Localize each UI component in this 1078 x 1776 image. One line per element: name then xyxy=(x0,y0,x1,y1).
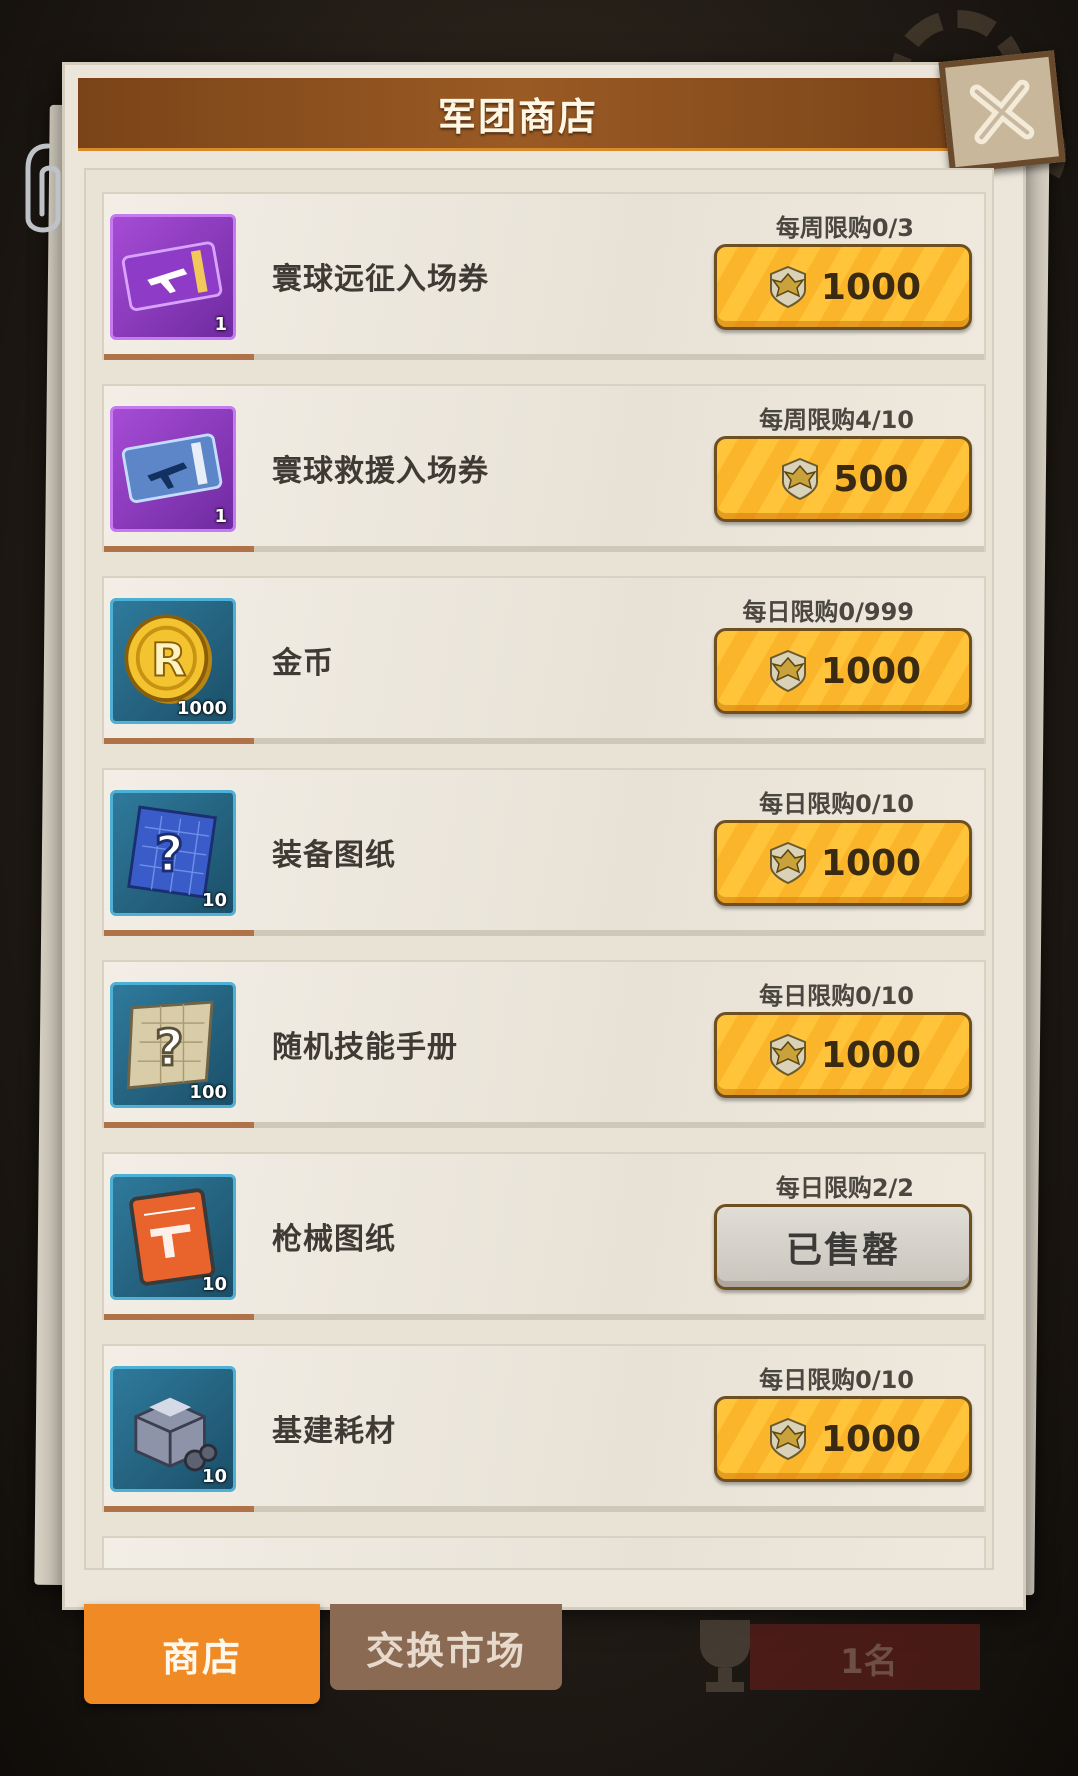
price-label: 500 xyxy=(833,458,909,500)
rank-display: 1名 xyxy=(680,1610,990,1700)
equipment-blueprint-icon[interactable]: ? 10 xyxy=(110,790,236,916)
construction-material-icon[interactable]: 10 xyxy=(110,1366,236,1492)
tab-exchange-market[interactable]: 交换市场 xyxy=(330,1604,562,1690)
purchase-limit: 每日限购0/10 xyxy=(759,1366,914,1394)
item-name: 随机技能手册 xyxy=(272,1030,458,1065)
item-quantity: 10 xyxy=(201,1466,227,1487)
item-quantity: 10 xyxy=(201,1274,227,1295)
item-quantity: 1 xyxy=(214,506,227,527)
price-label: 1000 xyxy=(820,842,922,884)
close-button[interactable] xyxy=(938,50,1066,174)
list-item: R 1000 金币 每日限购0/999 1000 xyxy=(102,576,986,744)
page-title: 军团商店 xyxy=(437,94,598,139)
blue-ticket-icon[interactable]: 1 xyxy=(110,406,236,532)
item-quantity: 1000 xyxy=(176,698,227,719)
close-icon xyxy=(969,79,1035,145)
buy-button[interactable]: 1000 xyxy=(714,1396,972,1482)
item-name: 装备图纸 xyxy=(272,838,396,873)
item-list[interactable]: 1 寰球远征入场券 每周限购0/3 1000 1 寰球救援入场券 每周限购4/1… xyxy=(84,168,994,1570)
skill-manual-icon[interactable]: ? 100 xyxy=(110,982,236,1108)
buy-button[interactable]: 1000 xyxy=(714,820,972,906)
buy-button[interactable]: 1000 xyxy=(714,628,972,714)
price-label: 1000 xyxy=(820,650,922,692)
legion-coin-icon xyxy=(769,265,806,309)
item-quantity: 10 xyxy=(201,890,227,911)
gun-blueprint-icon[interactable]: 10 xyxy=(110,1174,236,1300)
legion-coin-icon xyxy=(769,1033,806,1077)
svg-text:R: R xyxy=(151,633,186,686)
list-item: 10 枪械图纸 每日限购2/2 已售罄 xyxy=(102,1152,986,1320)
legion-coin-icon xyxy=(769,1417,806,1461)
legion-coin-icon xyxy=(769,841,806,885)
item-name: 寰球远征入场券 xyxy=(272,262,489,297)
list-item xyxy=(102,1536,986,1568)
list-item: 10 基建耗材 每日限购0/10 1000 xyxy=(102,1344,986,1512)
buy-button[interactable]: 1000 xyxy=(714,1012,972,1098)
list-item: 1 寰球救援入场券 每周限购4/10 500 xyxy=(102,384,986,552)
tab-shop-label: 商店 xyxy=(161,1635,242,1680)
item-quantity: 100 xyxy=(189,1082,227,1103)
buy-button[interactable]: 500 xyxy=(714,436,972,522)
item-quantity: 1 xyxy=(214,314,227,335)
list-item: ? 100 随机技能手册 每日限购0/10 1000 xyxy=(102,960,986,1128)
paperclip-icon xyxy=(25,143,61,233)
list-item: ? 10 装备图纸 每日限购0/10 1000 xyxy=(102,768,986,936)
legion-coin-icon xyxy=(769,649,806,693)
purchase-limit: 每日限购2/2 xyxy=(775,1174,914,1202)
price-label: 1000 xyxy=(820,1418,922,1460)
legion-coin-icon xyxy=(782,457,819,501)
item-name: 枪械图纸 xyxy=(272,1222,396,1257)
svg-text:?: ? xyxy=(155,1019,184,1077)
buy-button[interactable]: 1000 xyxy=(714,244,972,330)
purple-ticket-icon[interactable]: 1 xyxy=(110,214,236,340)
purchase-limit: 每日限购0/999 xyxy=(742,598,914,626)
tab-exchange-label: 交换市场 xyxy=(365,1628,526,1673)
purchase-limit: 每日限购0/10 xyxy=(759,790,914,818)
item-name: 金币 xyxy=(272,646,334,681)
item-name: 寰球救援入场券 xyxy=(272,454,489,489)
purchase-limit: 每周限购4/10 xyxy=(759,406,914,434)
title-bar: 军团商店 xyxy=(78,78,958,151)
svg-text:?: ? xyxy=(155,825,184,883)
price-label: 1000 xyxy=(820,266,922,308)
item-name: 基建耗材 xyxy=(272,1414,396,1449)
list-item: 1 寰球远征入场券 每周限购0/3 1000 xyxy=(102,192,986,360)
rank-label: 1名 xyxy=(840,1642,898,1682)
sold-out-button: 已售罄 xyxy=(714,1204,972,1290)
tab-shop[interactable]: 商店 xyxy=(84,1604,320,1704)
gold-coin-icon[interactable]: R 1000 xyxy=(110,598,236,724)
purchase-limit: 每周限购0/3 xyxy=(775,214,914,242)
price-label: 1000 xyxy=(820,1034,922,1076)
purchase-limit: 每日限购0/10 xyxy=(759,982,914,1010)
sold-out-label: 已售罄 xyxy=(785,1230,900,1271)
